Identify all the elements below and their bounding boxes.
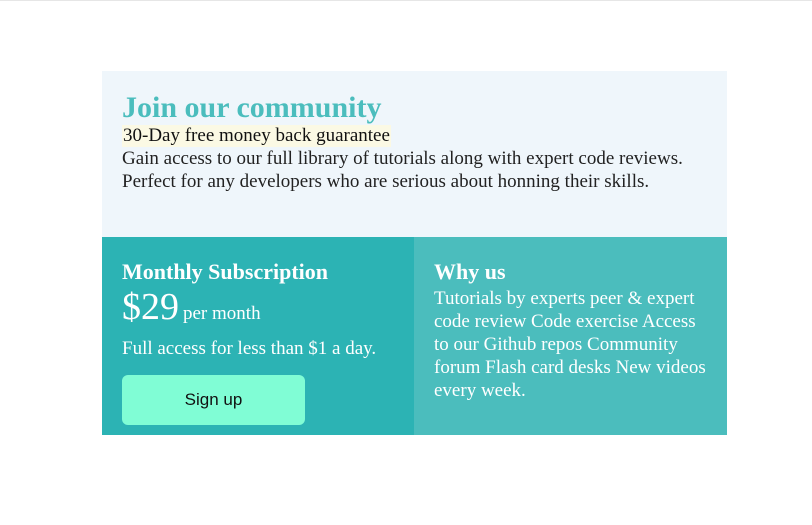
why-us-panel: Why us Tutorials by experts peer & exper… [414,237,727,435]
guarantee-text: 30-Day free money back guarantee [122,125,391,147]
why-us-title: Why us [434,259,506,284]
access-text: Full access for less than $1 a day. [122,338,377,359]
price-period: per month [183,303,261,324]
why-us-text: Tutorials by experts peer & expert code … [434,288,706,401]
page-title: Join our community [122,91,382,124]
community-section: Join our community 30-Day free money bac… [102,71,727,237]
plans-row: Monthly Subscription $29 per month Full a… [102,237,727,435]
top-divider [0,0,812,1]
subscription-title: Monthly Subscription [122,259,328,284]
sign-up-button[interactable]: Sign up [122,375,305,425]
community-description: Gain access to our full library of tutor… [122,148,683,192]
price-amount: $29 [122,286,179,328]
pricing-card: Join our community 30-Day free money bac… [102,71,727,435]
subscription-panel: Monthly Subscription $29 per month Full a… [102,237,414,435]
price-row: $29 per month [122,287,394,335]
